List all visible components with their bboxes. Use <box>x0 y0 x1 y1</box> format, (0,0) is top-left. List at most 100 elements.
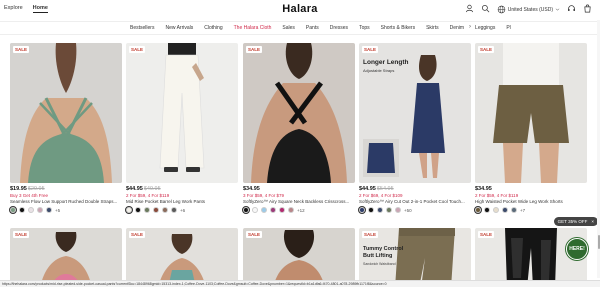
price-row: $19.95$29.95 <box>10 186 122 192</box>
swatch[interactable] <box>511 207 517 213</box>
headset-icon[interactable] <box>567 4 576 15</box>
swatch[interactable] <box>162 207 168 213</box>
more-colors-count[interactable]: +12 <box>297 208 305 213</box>
product-image[interactable]: SALE <box>126 43 238 183</box>
swatch[interactable] <box>484 207 490 213</box>
swatch[interactable] <box>368 207 374 213</box>
price-row: $44.95$49.95 <box>126 186 238 192</box>
product-image[interactable]: SALE <box>126 228 238 287</box>
account-icon[interactable] <box>465 4 474 15</box>
product-title[interactable]: Mid Rise Pocket Barrel Leg Work Pants <box>126 199 238 204</box>
swatch[interactable] <box>144 207 150 213</box>
sale-badge: SALE <box>129 231 146 238</box>
nav-item-tops[interactable]: Tops <box>359 25 370 31</box>
nav-item-pants[interactable]: Pants <box>306 25 319 31</box>
sale-badge: SALE <box>129 46 146 53</box>
discount-label: GET 35% OFF <box>557 219 588 224</box>
help-badge[interactable]: HERE! <box>566 238 588 260</box>
product-card[interactable]: SALE Longer Length Adjustable Straps $44… <box>357 43 471 215</box>
swatch[interactable] <box>37 207 43 213</box>
product-card[interactable]: SALE $19.95$29.95 Buy 3 Get 4th Free Sea… <box>8 43 122 215</box>
nav-item-new-arrivals[interactable]: New Arrivals <box>165 25 193 31</box>
header-actions: United States (USD) <box>465 4 592 15</box>
tab-explore[interactable]: Explore <box>4 5 23 13</box>
nav-item-bestsellers[interactable]: Bestsellers <box>130 25 154 31</box>
sale-badge: SALE <box>13 231 30 238</box>
current-price: $19.95 <box>10 186 27 192</box>
swatch[interactable] <box>357 205 367 215</box>
color-swatches: +6 <box>124 205 238 215</box>
product-image[interactable]: SALE <box>243 228 355 287</box>
product-card[interactable]: SALE $34.95 3 For $59, 4 For $79 SoftlyZ… <box>241 43 355 215</box>
promo-text: 3 For $59, 4 For $79 <box>243 193 285 198</box>
product-title[interactable]: SoftlyZero™ Airy Square Neck Backless Cr… <box>243 199 355 204</box>
product-image[interactable]: SALE <box>475 43 587 183</box>
swatch[interactable] <box>288 207 294 213</box>
nav-item-shorts-bikers[interactable]: Shorts & Bikers <box>381 25 415 31</box>
cart-icon[interactable] <box>583 4 592 15</box>
search-icon[interactable] <box>481 4 490 15</box>
product-card[interactable]: SALE $34.95 2 For $59, 4 For $119 High W… <box>473 43 587 215</box>
swatch[interactable] <box>279 207 285 213</box>
nav-item-dresses[interactable]: Dresses <box>330 25 348 31</box>
swatch[interactable] <box>135 207 141 213</box>
product-image[interactable]: SALE <box>10 228 122 287</box>
swatch[interactable] <box>377 207 383 213</box>
product-image[interactable]: SALE Longer Length Adjustable Straps <box>359 43 471 183</box>
swatch[interactable] <box>270 207 276 213</box>
product-card[interactable]: SALE <box>126 228 238 287</box>
swatch[interactable] <box>19 207 25 213</box>
discount-pill[interactable]: GET 35% OFF × <box>553 217 598 226</box>
more-colors-count[interactable]: +5 <box>55 208 60 213</box>
product-card[interactable]: SALE $44.95$49.95 2 For $59, 4 For $119 … <box>124 43 238 215</box>
color-swatches: +7 <box>473 205 587 215</box>
sale-badge: SALE <box>478 231 495 238</box>
nav-item-clothing[interactable]: Clothing <box>204 25 222 31</box>
chevron-down-icon <box>555 8 560 11</box>
swatch[interactable] <box>241 205 251 215</box>
swatch[interactable] <box>28 207 34 213</box>
product-title[interactable]: SoftlyZero™ Airy Cut Out 2-in-1 Pocket C… <box>359 199 471 204</box>
swatch[interactable] <box>46 207 52 213</box>
more-colors-count[interactable]: +6 <box>180 208 185 213</box>
product-image[interactable]: SALE <box>10 43 122 183</box>
close-icon[interactable]: × <box>591 219 594 224</box>
swatch[interactable] <box>386 207 392 213</box>
nav-next-arrow-icon[interactable]: › <box>469 24 471 30</box>
swatch[interactable] <box>8 205 18 215</box>
swatch[interactable] <box>395 207 401 213</box>
product-photo-black-top <box>243 43 355 183</box>
product-card[interactable]: SALE Tummy Control Butt Lifting Sandwich… <box>359 228 471 287</box>
price-row: $34.95 <box>243 186 355 192</box>
original-price: $49.95 <box>143 186 161 192</box>
nav-item-denim[interactable]: Denim <box>450 25 464 31</box>
nav-item-leggings[interactable]: Leggings <box>475 25 495 31</box>
product-card[interactable]: SALE <box>10 228 122 287</box>
nav-item-skirts[interactable]: Skirts <box>426 25 439 31</box>
product-title[interactable]: Seamless Flow Low Support Ruched Double … <box>10 199 122 204</box>
product-card[interactable]: SALE <box>243 228 355 287</box>
promo-text: 2 For $59, 4 For $119 <box>126 193 170 198</box>
swatch[interactable] <box>124 205 134 215</box>
product-title[interactable]: High Waisted Pocket Wide Leg Work Shorts <box>475 199 587 204</box>
color-swatches: +12 <box>241 205 355 215</box>
swatch[interactable] <box>502 207 508 213</box>
scrollbar-thumb[interactable] <box>597 235 600 249</box>
nav-item-halara-cloth[interactable]: The Halara Cloth <box>234 25 272 31</box>
currency-selector[interactable]: United States (USD) <box>497 5 560 14</box>
swatch[interactable] <box>252 207 258 213</box>
swatch[interactable] <box>171 207 177 213</box>
swatch[interactable] <box>153 207 159 213</box>
product-photo-bra-green <box>10 43 122 183</box>
tab-home[interactable]: Home <box>32 5 48 13</box>
nav-item-plus[interactable]: Pl <box>506 25 510 31</box>
nav-item-sales[interactable]: Sales <box>282 25 295 31</box>
more-colors-count[interactable]: +7 <box>520 208 525 213</box>
price-row: $34.95 <box>475 186 587 192</box>
swatch[interactable] <box>493 207 499 213</box>
more-colors-count[interactable]: +50 <box>404 208 412 213</box>
product-image[interactable]: SALE <box>243 43 355 183</box>
product-image[interactable]: SALE Tummy Control Butt Lifting Sandwich… <box>359 228 471 287</box>
swatch[interactable] <box>473 205 483 215</box>
swatch[interactable] <box>261 207 267 213</box>
